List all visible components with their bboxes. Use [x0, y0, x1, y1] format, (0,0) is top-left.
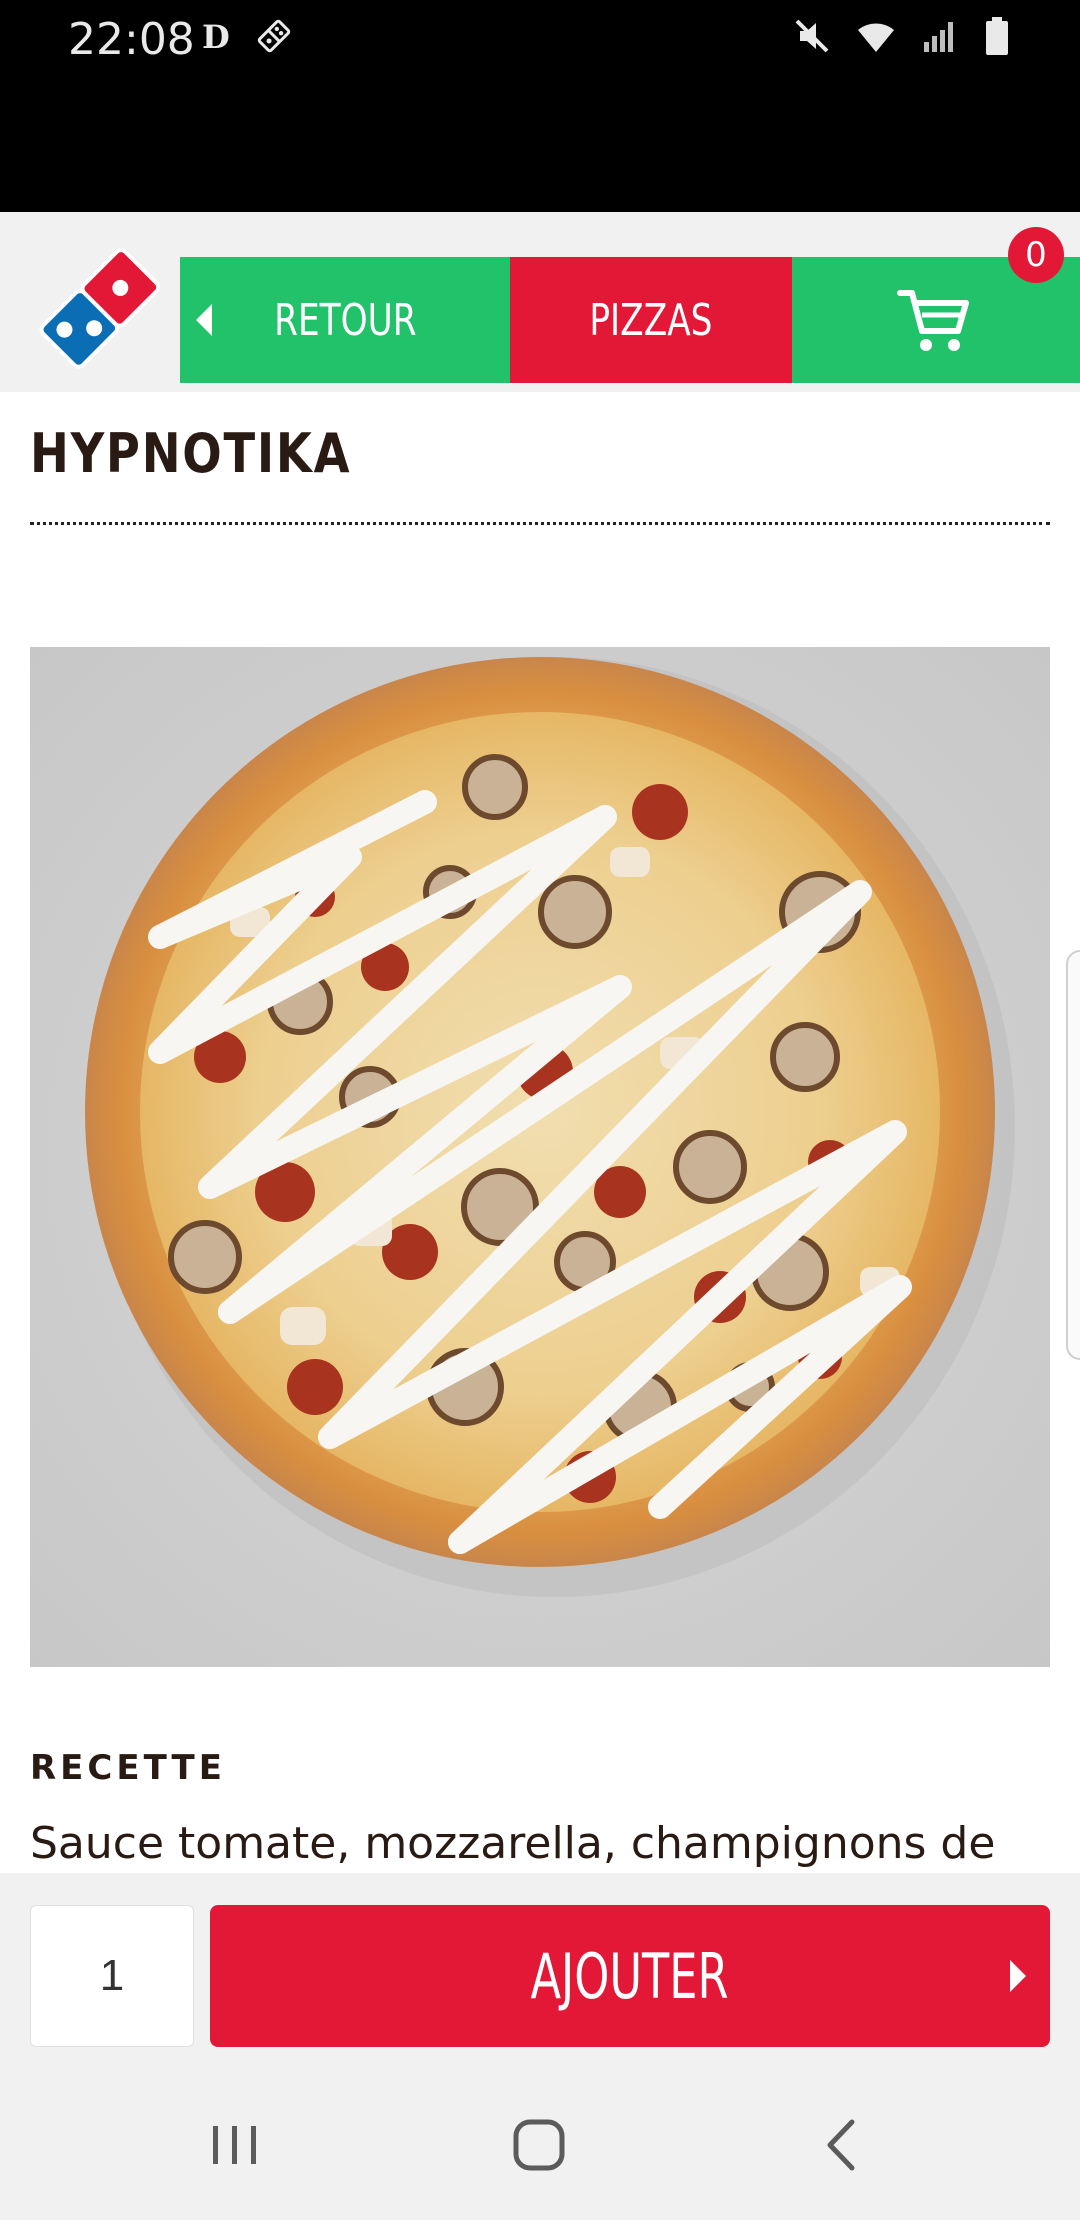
status-right-icons: [792, 14, 1012, 58]
add-button[interactable]: AJOUTER: [210, 1905, 1050, 2047]
wifi-icon: [858, 23, 894, 52]
recipe-text: Sauce tomate, mozzarella, champignons de: [30, 1818, 996, 1869]
pizzas-button[interactable]: PIZZAS: [510, 257, 792, 383]
back-arrow-icon: [196, 304, 212, 336]
pizzas-label: PIZZAS: [589, 294, 713, 346]
cart-icon: [897, 290, 969, 351]
title-divider: [30, 522, 1050, 525]
back-button[interactable]: RETOUR: [180, 257, 510, 383]
add-to-cart-bar: 1 AJOUTER: [0, 1873, 1080, 2070]
add-button-label: AJOUTER: [530, 1939, 729, 2013]
back-label: RETOUR: [273, 294, 417, 346]
side-panel-handle[interactable]: [1066, 950, 1080, 1360]
status-time: 22:08: [68, 14, 195, 65]
app-header: RETOUR PIZZAS 0: [0, 212, 1080, 392]
quantity-input[interactable]: 1: [30, 1905, 194, 2047]
signal-icon: [924, 22, 953, 52]
svg-text:D: D: [202, 19, 230, 53]
logo-icon[interactable]: [30, 242, 165, 372]
top-nav: RETOUR PIZZAS 0: [180, 227, 1080, 383]
product-title: HYPNOTIKA: [30, 422, 352, 485]
battery-icon: [986, 17, 1008, 55]
status-bar: 22:08 D: [0, 0, 1080, 212]
system-nav-bar: [0, 2070, 1080, 2220]
cart-button[interactable]: 0: [792, 227, 1080, 383]
dominos-notification-icon: [257, 19, 291, 53]
mute-icon: [795, 19, 829, 53]
cart-count-badge: 0: [1008, 227, 1064, 283]
recipe-heading: RECETTE: [30, 1748, 226, 1788]
home-icon[interactable]: [500, 2110, 580, 2180]
add-arrow-icon: [1010, 1960, 1026, 1992]
d-app-icon: D: [202, 19, 230, 53]
recents-icon[interactable]: [195, 2110, 275, 2180]
pizza-image: [30, 647, 1050, 1667]
status-left-icons: D: [200, 16, 294, 56]
back-icon[interactable]: [800, 2110, 880, 2180]
